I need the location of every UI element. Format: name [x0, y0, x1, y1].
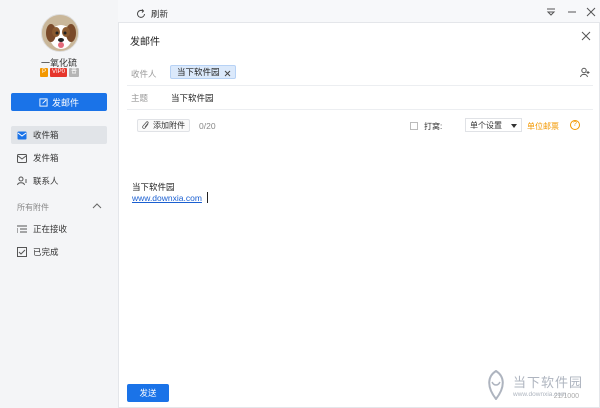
watermark: 当下软件园 www.downxia.com: [483, 364, 597, 406]
watermark-en: www.downxia.com: [513, 391, 567, 398]
vip-badge: VIP0: [50, 68, 68, 77]
sidebar-item-label: 正在接收: [33, 224, 68, 234]
watermark-text: 当下软件园 www.downxia.com: [513, 372, 583, 398]
divider: [127, 85, 593, 86]
print-setting-select[interactable]: 单个设置: [465, 118, 522, 132]
mail-icon: [17, 153, 27, 163]
add-contact-icon[interactable]: [580, 67, 591, 78]
sidebar-item-label: 发件箱: [33, 153, 59, 163]
inbox-icon: [17, 130, 27, 140]
subject-label: 主题: [131, 93, 149, 103]
watermark-logo-icon: [488, 370, 504, 400]
unit-mail-link[interactable]: 单位邮票: [527, 121, 559, 132]
watermark-cn: 当下软件园: [513, 375, 584, 390]
close-window-icon[interactable]: [585, 6, 597, 18]
chevron-up-icon[interactable]: [92, 201, 102, 211]
sidebar-item-contacts[interactable]: 联系人: [11, 172, 107, 190]
body-link[interactable]: www.downxia.com: [132, 193, 202, 203]
remove-recipient-icon[interactable]: [224, 69, 231, 76]
sidebar-item-outbox[interactable]: 发件箱: [11, 149, 107, 167]
dog-avatar-icon: [42, 15, 78, 51]
refresh-icon: [137, 9, 145, 18]
dialog-title: 发邮件: [130, 37, 160, 48]
add-attachment-label: 添加附件: [153, 121, 185, 130]
print-label: 打窝:: [424, 122, 443, 131]
check-icon: [17, 247, 27, 257]
recipient-chip[interactable]: 当下软件园: [170, 65, 236, 79]
attachment-count: 0/20: [199, 121, 216, 131]
subject-input[interactable]: 当下软件园: [171, 92, 214, 104]
list-icon: [17, 224, 27, 234]
level-badge: 普: [69, 68, 80, 77]
minimize-icon[interactable]: [566, 6, 578, 18]
sidebar-item-label: 联系人: [33, 176, 59, 186]
edit-icon: [39, 97, 48, 107]
recipient-label: 收件人: [131, 69, 157, 79]
sidebar-item-receiving[interactable]: 正在接收: [11, 220, 107, 238]
compose-toolbar: 添加附件 0/20 打窝: 单个设置 单位邮票 ?: [127, 115, 593, 137]
sidebar-item-inbox[interactable]: 收件箱: [11, 126, 107, 144]
sidebar-item-completed[interactable]: 已完成: [11, 243, 107, 261]
contacts-icon: [17, 176, 27, 186]
sidebar-item-label: 收件箱: [33, 130, 59, 140]
compose-button[interactable]: 发邮件: [11, 93, 107, 111]
message-body-editor[interactable]: 当下软件园 www.downxia.com: [127, 143, 593, 373]
compose-label: 发邮件: [51, 97, 79, 108]
text-caret: [207, 192, 208, 203]
print-checkbox[interactable]: [410, 122, 418, 130]
refresh-button[interactable]: 刷新: [136, 8, 168, 20]
add-attachment-button[interactable]: 添加附件: [137, 119, 190, 132]
user-badges: P VIP0 普: [40, 68, 80, 77]
attachments-section-label: 所有附件: [17, 203, 49, 212]
p-badge: P: [40, 68, 49, 77]
paperclip-icon: [142, 121, 149, 129]
avatar[interactable]: [41, 14, 79, 52]
print-setting-value: 单个设置: [470, 120, 502, 130]
refresh-label: 刷新: [151, 9, 169, 19]
body-text: 当下软件园: [132, 182, 175, 192]
sidebar: 一氧化硫 P VIP0 普 发邮件 收件箱 发件箱 联系人 所有附件 正在接收 …: [0, 0, 118, 408]
divider: [127, 109, 593, 110]
menu-dropdown-icon[interactable]: [545, 6, 557, 18]
compose-dialog: 发邮件 收件人 当下软件园 主题 当下软件园 添加附件 0/20 打窝: 单个设…: [118, 22, 600, 408]
sidebar-item-label: 已完成: [33, 247, 59, 257]
close-icon[interactable]: [581, 31, 591, 41]
send-button[interactable]: 发送: [127, 384, 169, 402]
help-icon[interactable]: ?: [570, 120, 580, 130]
chevron-down-icon: [511, 124, 517, 128]
recipient-chip-label: 当下软件园: [177, 67, 220, 77]
top-bar: 刷新: [118, 0, 600, 24]
